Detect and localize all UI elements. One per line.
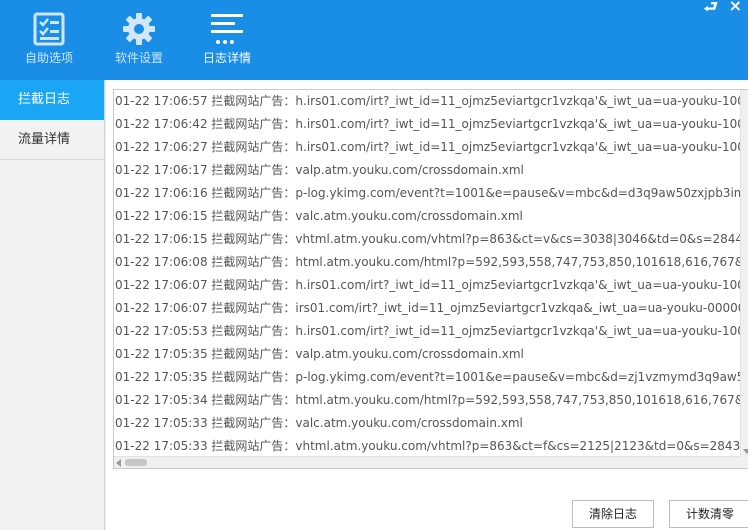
checklist-icon <box>33 12 65 46</box>
log-box[interactable]: 01-22 17:06:57 拦截网站广告：h.irs01.com/irt?_i… <box>113 89 748 469</box>
vertical-scrollbar[interactable] <box>740 90 748 456</box>
sidebar-item-intercept-log[interactable]: 拦截日志 <box>0 80 104 120</box>
scroll-left-arrow-icon[interactable] <box>116 459 121 467</box>
gear-icon <box>123 13 155 45</box>
log-line: 01-22 17:06:15 拦截网站广告：valc.atm.youku.com… <box>115 209 523 223</box>
log-line: 01-22 17:06:57 拦截网站广告：h.irs01.com/irt?_i… <box>115 94 740 108</box>
reset-count-button[interactable]: 计数清零 <box>669 500 748 528</box>
toolbar-item-log-details[interactable]: 日志详情 <box>190 0 264 80</box>
sidebar-item-traffic-details[interactable]: 流量详情 <box>0 120 104 160</box>
scrollbar-corner <box>740 456 748 468</box>
log-icon <box>211 14 243 44</box>
log-line: 01-22 17:06:07 拦截网站广告：h.irs01.com/irt?_i… <box>115 278 740 292</box>
toolbar-item-label: 日志详情 <box>202 51 251 65</box>
log-line: 01-22 17:06:27 拦截网站广告：h.irs01.com/irt?_i… <box>115 140 740 154</box>
log-line: 01-22 17:05:33 拦截网站广告：vhtml.atm.youku.co… <box>115 439 740 453</box>
log-list: 01-22 17:06:57 拦截网站广告：h.irs01.com/irt?_i… <box>114 90 740 456</box>
log-line: 01-22 17:06:42 拦截网站广告：h.irs01.com/irt?_i… <box>115 117 740 131</box>
back-icon[interactable]: ⮐ <box>704 0 718 23</box>
window-controls: ⮐ × <box>688 0 748 16</box>
close-icon[interactable]: × <box>729 0 742 15</box>
top-toolbar: 自助选项 软件设置 日志详情 ⮐ × <box>0 0 748 80</box>
clear-log-button[interactable]: 清除日志 <box>572 500 654 528</box>
log-line: 01-22 17:06:07 拦截网站广告：irs01.com/irt?_iwt… <box>115 301 740 315</box>
toolbar-item-settings[interactable]: 软件设置 <box>102 0 176 80</box>
main-panel: 01-22 17:06:57 拦截网站广告：h.irs01.com/irt?_i… <box>106 80 748 530</box>
log-line: 01-22 17:06:17 拦截网站广告：valp.atm.youku.com… <box>115 163 524 177</box>
log-line: 01-22 17:05:35 拦截网站广告：p-log.ykimg.com/ev… <box>115 370 740 384</box>
scroll-down-arrow-icon[interactable] <box>743 449 748 454</box>
log-line: 01-22 17:06:15 拦截网站广告：vhtml.atm.youku.co… <box>115 232 740 246</box>
log-line: 01-22 17:05:33 拦截网站广告：valc.atm.youku.com… <box>115 416 523 430</box>
toolbar-item-label: 软件设置 <box>114 51 163 65</box>
horizontal-scrollbar[interactable] <box>114 456 740 468</box>
log-line: 01-22 17:05:53 拦截网站广告：h.irs01.com/irt?_i… <box>115 324 740 338</box>
toolbar-item-label: 自助选项 <box>24 51 73 65</box>
horizontal-scroll-thumb[interactable] <box>125 459 147 466</box>
toolbar-item-self-service[interactable]: 自助选项 <box>12 0 86 80</box>
log-line: 01-22 17:06:08 拦截网站广告：html.atm.youku.com… <box>115 255 740 269</box>
log-line: 01-22 17:05:35 拦截网站广告：valp.atm.youku.com… <box>115 347 524 361</box>
log-line: 01-22 17:05:34 拦截网站广告：html.atm.youku.com… <box>115 393 740 407</box>
sidebar: 拦截日志 流量详情 <box>0 80 105 530</box>
log-line: 01-22 17:06:16 拦截网站广告：p-log.ykimg.com/ev… <box>115 186 740 200</box>
